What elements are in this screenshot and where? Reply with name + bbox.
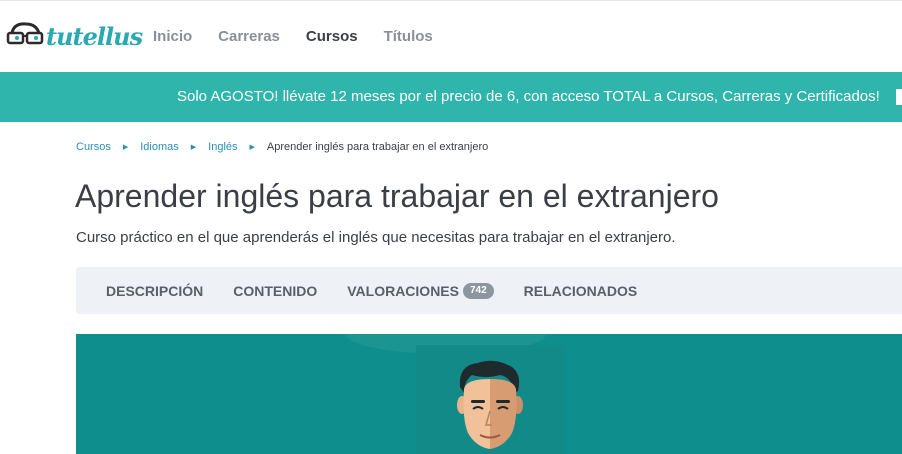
reviews-count-badge: 742 <box>462 282 494 299</box>
tutellus-logo[interactable]: tutellus <box>6 16 143 56</box>
tab-valoraciones-label: VALORACIONES <box>347 282 459 299</box>
man-avatar-icon <box>457 360 523 449</box>
breadcrumb-cursos[interactable]: Cursos <box>76 141 111 153</box>
course-subtitle: Curso práctico en el que aprenderás el i… <box>76 229 676 246</box>
instructor-avatar-illustration <box>416 345 564 454</box>
course-tabs: DESCRIPCIÓN CONTENIDO VALORACIONES 742 R… <box>76 267 902 314</box>
tab-descripcion-label: DESCRIPCIÓN <box>106 282 204 299</box>
nav-titulos[interactable]: Títulos <box>384 28 433 45</box>
breadcrumb-separator-icon: ▶ <box>249 144 255 151</box>
tab-valoraciones[interactable]: VALORACIONES 742 <box>347 282 494 299</box>
top-navbar: tutellus Inicio Carreras Cursos Títulos <box>0 0 902 72</box>
promo-banner[interactable]: Solo AGOSTO! llévate 12 meses por el pre… <box>0 72 902 122</box>
nav-carreras[interactable]: Carreras <box>218 28 280 45</box>
main-nav: Inicio Carreras Cursos Títulos <box>153 28 459 45</box>
tab-descripcion[interactable]: DESCRIPCIÓN <box>106 283 203 299</box>
tab-contenido[interactable]: CONTENIDO <box>233 283 317 299</box>
breadcrumb-idiomas[interactable]: Idiomas <box>140 141 179 153</box>
page-title: Aprender inglés para trabajar en el extr… <box>75 178 719 214</box>
course-hero-image <box>76 334 902 454</box>
breadcrumb-current: Aprender inglés para trabajar en el extr… <box>266 141 489 153</box>
tab-relacionados-label: RELACIONADOS <box>523 282 638 299</box>
breadcrumb: Cursos ▶ Idiomas ▶ Inglés ▶ Aprender ing… <box>76 141 488 153</box>
tab-relacionados[interactable]: RELACIONADOS <box>524 283 638 299</box>
promo-edge-mark <box>896 89 902 105</box>
brand-name: tutellus <box>46 22 143 51</box>
tab-contenido-label: CONTENIDO <box>233 282 318 299</box>
breadcrumb-ingles[interactable]: Inglés <box>208 141 237 153</box>
breadcrumb-separator-icon: ▶ <box>122 144 129 151</box>
promo-text: Solo AGOSTO! llévate 12 meses por el pre… <box>177 88 880 105</box>
nav-inicio[interactable]: Inicio <box>153 28 192 45</box>
breadcrumb-separator-icon: ▶ <box>190 144 197 151</box>
nav-cursos[interactable]: Cursos <box>306 28 358 45</box>
glasses-face-icon <box>6 22 44 45</box>
